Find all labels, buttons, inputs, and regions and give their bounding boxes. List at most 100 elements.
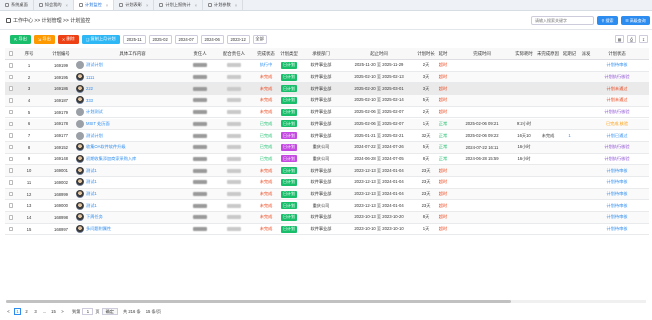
plan-state-link[interactable]: 已完成 核验 [606,121,628,127]
month-filter-button[interactable]: 2023-12 [226,34,250,44]
plan-state-link[interactable]: 计划待审核 [607,203,628,209]
plan-content-link[interactable]: 测试1 [86,203,97,209]
plan-state-link[interactable]: 计划待审核 [607,179,628,185]
tab-2[interactable]: 计划监控 × [73,0,115,10]
tab-close-icon[interactable]: × [146,3,148,8]
plan-content-link[interactable]: 收集OA软件软件升级 [86,144,126,150]
plan-state-link[interactable]: 计划已通过 [607,133,628,139]
plan-content-link[interactable]: 计划测试 [86,109,103,115]
row-checkbox[interactable] [8,98,14,103]
select-all-checkbox[interactable] [8,51,14,56]
plan-content-link[interactable]: 测试计划 [86,62,103,68]
row-checkbox[interactable] [8,191,14,197]
plan-content-link[interactable]: 333 [86,98,93,103]
plan-state-link[interactable]: 计划待审核 [607,168,628,174]
all-filter-button[interactable]: 全部 [252,34,267,44]
table-row[interactable]: 2 169195 1111 未完成 日计划 软件事业部 2025-02-10 至 2025-… [5,71,649,84]
table-row[interactable]: 6 169178 MSIT 处历面 已完成 日计划 软件事业部 2025-02-06 至 2… [5,118,649,131]
plan-state-link[interactable]: 计划待审核 [607,191,628,197]
copy-last-month-button[interactable]: ❏ 复制上月计划 [81,34,120,44]
column-header[interactable] [5,48,17,59]
row-checkbox[interactable] [8,121,14,127]
home-icon[interactable] [6,18,11,23]
table-row[interactable]: 10 169001 测试1 未完成 日计划 软件事业部 2023-12-13 至 2024-… [5,165,649,177]
table-row[interactable]: 4 169187 333 未完成 日计划 软件事业部 2025-02-10 至 2025-0… [5,95,649,107]
plan-state-link[interactable]: 计划执行核验 [604,74,629,80]
advanced-search-button[interactable]: ☰ 高级查询 [621,16,650,25]
row-checkbox[interactable] [8,109,14,115]
page-3-button[interactable]: 3 [32,308,39,315]
tab-5[interactable]: 计划参数 × [203,0,244,10]
page-15-button[interactable]: 15 [50,308,57,315]
scrollbar-thumb[interactable] [6,300,511,303]
table-row[interactable]: 8 169152 收集OA软件软件升级 已完成 日计划 重庆公司 2024-07-22 至 … [5,141,649,154]
row-checkbox[interactable] [8,215,14,220]
plan-state-link[interactable]: 计划待审核 [607,226,628,232]
row-checkbox[interactable] [8,203,14,208]
horizontal-scrollbar[interactable] [6,300,646,303]
plan-state-link[interactable]: 计划执行核验 [604,109,629,115]
table-row[interactable]: 9 169148 初期收集添加商家采购入库 已完成 日计划 重庆公司 2024-06-28 … [5,154,649,166]
grid-icon[interactable]: ▦ [615,35,624,43]
plan-content-link[interactable]: 1111 [86,75,94,80]
tab-close-icon[interactable]: × [235,3,237,8]
plan-state-link[interactable]: 计划未通过 [607,86,628,92]
tab-1[interactable]: 知会我的 × [34,0,74,10]
month-filter-button[interactable]: 2025-02 [148,34,172,44]
plan-content-link[interactable]: 测试1 [86,168,97,174]
row-checkbox[interactable] [8,168,14,173]
row-checkbox[interactable] [8,63,14,68]
row-checkbox[interactable] [8,133,14,138]
table-row[interactable]: 11 169002 测试1 未完成 日计划 软件事业部 2023-12-13 至 2024-… [5,177,649,189]
plan-state-link[interactable]: 计划执行核验 [604,156,629,162]
tab-close-icon[interactable]: × [106,3,108,8]
goto-page-input[interactable]: 1 [82,308,94,315]
tab-4[interactable]: 计划上报统计 × [154,0,204,10]
import-button[interactable]: ⇲ 导出 [33,34,55,44]
plan-content-link[interactable]: 测试1 [86,191,97,197]
tab-close-icon[interactable]: × [66,3,68,8]
prev-page-button[interactable]: < [5,308,12,315]
table-row[interactable]: 12 168999 测试1 未完成 日计划 软件事业部 2023-12-13 至 2024-… [5,188,649,201]
plan-state-link[interactable]: 计划执行核验 [604,144,629,150]
export-button[interactable]: ⇱ 导出 [10,34,31,44]
print-icon[interactable]: ⎙ [627,35,636,43]
row-checkbox[interactable] [8,226,14,232]
extension-count[interactable]: 1 [568,133,570,138]
table-row[interactable]: 15 168997 多问题附属性 未完成 日计划 软件事业部 2023-10-10 至 20… [5,224,649,236]
plan-state-link[interactable]: 计划待审核 [607,62,628,68]
page-2-button[interactable]: 2 [23,308,30,315]
plan-content-link[interactable]: MSIT 处历面 [86,121,110,127]
page-1-button[interactable]: 1 [14,308,21,315]
tab-3[interactable]: 计划表彰 × [114,0,155,10]
plan-content-link[interactable]: 多问题附属性 [86,226,111,232]
plan-content-link[interactable]: 测试1 [86,179,97,185]
table-row[interactable]: 1 169199 测试计划 执行中 日计划 软件事业部 2025-11-20 至 2025-… [5,60,649,72]
page-size-select[interactable]: 15 条/页 [146,309,161,315]
plan-state-link[interactable]: 计划待审核 [607,214,628,220]
plan-content-link[interactable]: 测试计划 [86,133,103,139]
table-row[interactable]: 14 168998 下周任务 未完成 日计划 软件事业部 2023-10-13 至 2023… [5,212,649,224]
plan-content-link[interactable]: 下周任务 [86,214,103,220]
download-icon[interactable]: ↧ [639,35,648,43]
table-row[interactable]: 7 169177 测试计划 已完成 日计划 软件事业部 2025-01-21 至 2025-… [5,130,649,142]
search-button[interactable]: ⚲ 搜索 [597,16,618,25]
tab-close-icon[interactable]: × [195,3,197,8]
row-checkbox[interactable] [8,156,14,162]
next-page-button[interactable]: > [59,308,66,315]
delete-button[interactable]: ✕ 删除 [57,34,79,44]
row-checkbox[interactable] [8,86,14,91]
month-filter-button[interactable]: 2024-07 [174,34,198,44]
row-checkbox[interactable] [8,180,14,185]
tab-0[interactable]: 系统桌面 [0,0,34,10]
plan-state-link[interactable]: 计划未通过 [607,97,628,103]
goto-confirm-button[interactable]: 确定 [101,308,118,315]
table-row[interactable]: 13 169000 测试1 未完成 日计划 重庆公司 2023-12-13 至 2024-0… [5,200,649,213]
row-checkbox[interactable] [8,74,14,80]
row-checkbox[interactable] [8,144,14,150]
plan-content-link[interactable]: 222 [86,86,93,91]
table-row[interactable]: 5 169179 计划测试 未完成 日计划 软件事业部 2025-02-06 至 2025-… [5,107,649,119]
month-filter-button[interactable]: 2025-11 [122,34,146,44]
search-input[interactable] [531,16,594,25]
plan-content-link[interactable]: 初期收集添加商家采购入库 [86,156,136,162]
